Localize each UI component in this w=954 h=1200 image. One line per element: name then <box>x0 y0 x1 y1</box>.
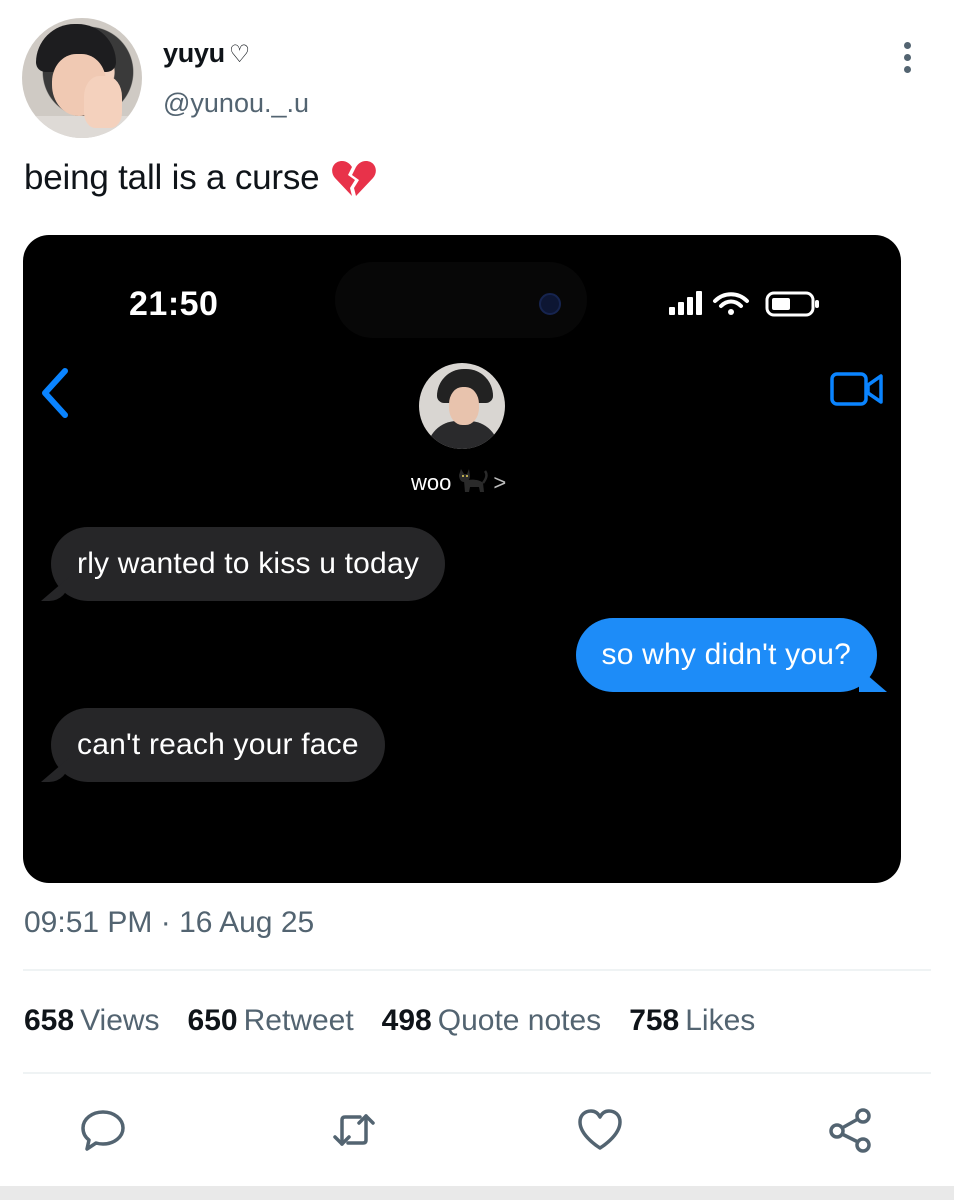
heart-outline-icon: ♡ <box>228 41 251 68</box>
broken-heart-icon <box>331 158 377 198</box>
contact-avatar[interactable] <box>419 363 505 449</box>
divider <box>23 969 931 971</box>
stat-views[interactable]: 658 Views <box>24 1004 160 1038</box>
tweet-media-screenshot[interactable]: 21:50 woo > rly wanted to kiss u today s… <box>23 235 901 883</box>
divider <box>23 1072 931 1074</box>
stat-retweets[interactable]: 650 Retweet <box>188 1004 354 1038</box>
status-bar-icons <box>667 287 827 321</box>
status-bar-time: 21:50 <box>129 285 219 323</box>
author-avatar[interactable] <box>22 18 142 138</box>
author-display-name-text: yuyu <box>163 38 225 68</box>
battery-icon <box>765 291 819 317</box>
tweet-actions-bar <box>0 1100 954 1160</box>
stat-retweets-label: Retweet <box>243 1004 354 1037</box>
share-icon[interactable] <box>826 1106 874 1154</box>
more-options-icon[interactable] <box>900 42 914 82</box>
contact-chevron: > <box>493 470 507 495</box>
contact-name[interactable]: woo > <box>411 467 506 499</box>
message-bubble-incoming: rly wanted to kiss u today <box>51 527 446 601</box>
screen-bottom-edge <box>0 1186 954 1200</box>
stat-likes[interactable]: 758 Likes <box>629 1004 755 1038</box>
tweet-body: being tall is a curse <box>24 158 377 198</box>
tweet-timestamp[interactable]: 09:51 PM · 16 Aug 25 <box>24 906 314 940</box>
tweet-stats: 658 Views 650 Retweet 498 Quote notes 758 Li… <box>24 1004 755 1038</box>
contact-name-text: woo <box>411 470 452 495</box>
video-call-icon[interactable] <box>829 371 885 412</box>
wifi-icon <box>713 292 749 315</box>
retweet-icon[interactable] <box>330 1106 378 1154</box>
reply-icon[interactable] <box>79 1106 127 1154</box>
author-display-name[interactable]: yuyu ♡ <box>163 38 250 69</box>
stat-views-count: 658 <box>24 1004 75 1037</box>
back-chevron-icon[interactable] <box>37 367 77 424</box>
message-bubble-incoming: can't reach your face <box>51 708 385 782</box>
black-cat-icon <box>455 467 489 499</box>
stat-quotes[interactable]: 498 Quote notes <box>382 1004 602 1038</box>
stat-retweets-count: 650 <box>187 1004 238 1037</box>
stat-views-label: Views <box>80 1004 160 1037</box>
author-handle[interactable]: @yunou._.u <box>163 88 309 119</box>
message-bubble-outgoing: so why didn't you? <box>575 618 877 692</box>
tweet-header: yuyu ♡ @yunou._.u <box>22 18 932 140</box>
like-icon[interactable] <box>576 1106 624 1154</box>
stat-quotes-label: Quote notes <box>437 1004 602 1037</box>
stat-likes-label: Likes <box>685 1004 756 1037</box>
stat-likes-count: 758 <box>629 1004 680 1037</box>
signal-icon <box>669 291 702 315</box>
front-camera-dot <box>539 293 561 315</box>
tweet-text: being tall is a curse <box>24 158 320 197</box>
stat-quotes-count: 498 <box>381 1004 432 1037</box>
